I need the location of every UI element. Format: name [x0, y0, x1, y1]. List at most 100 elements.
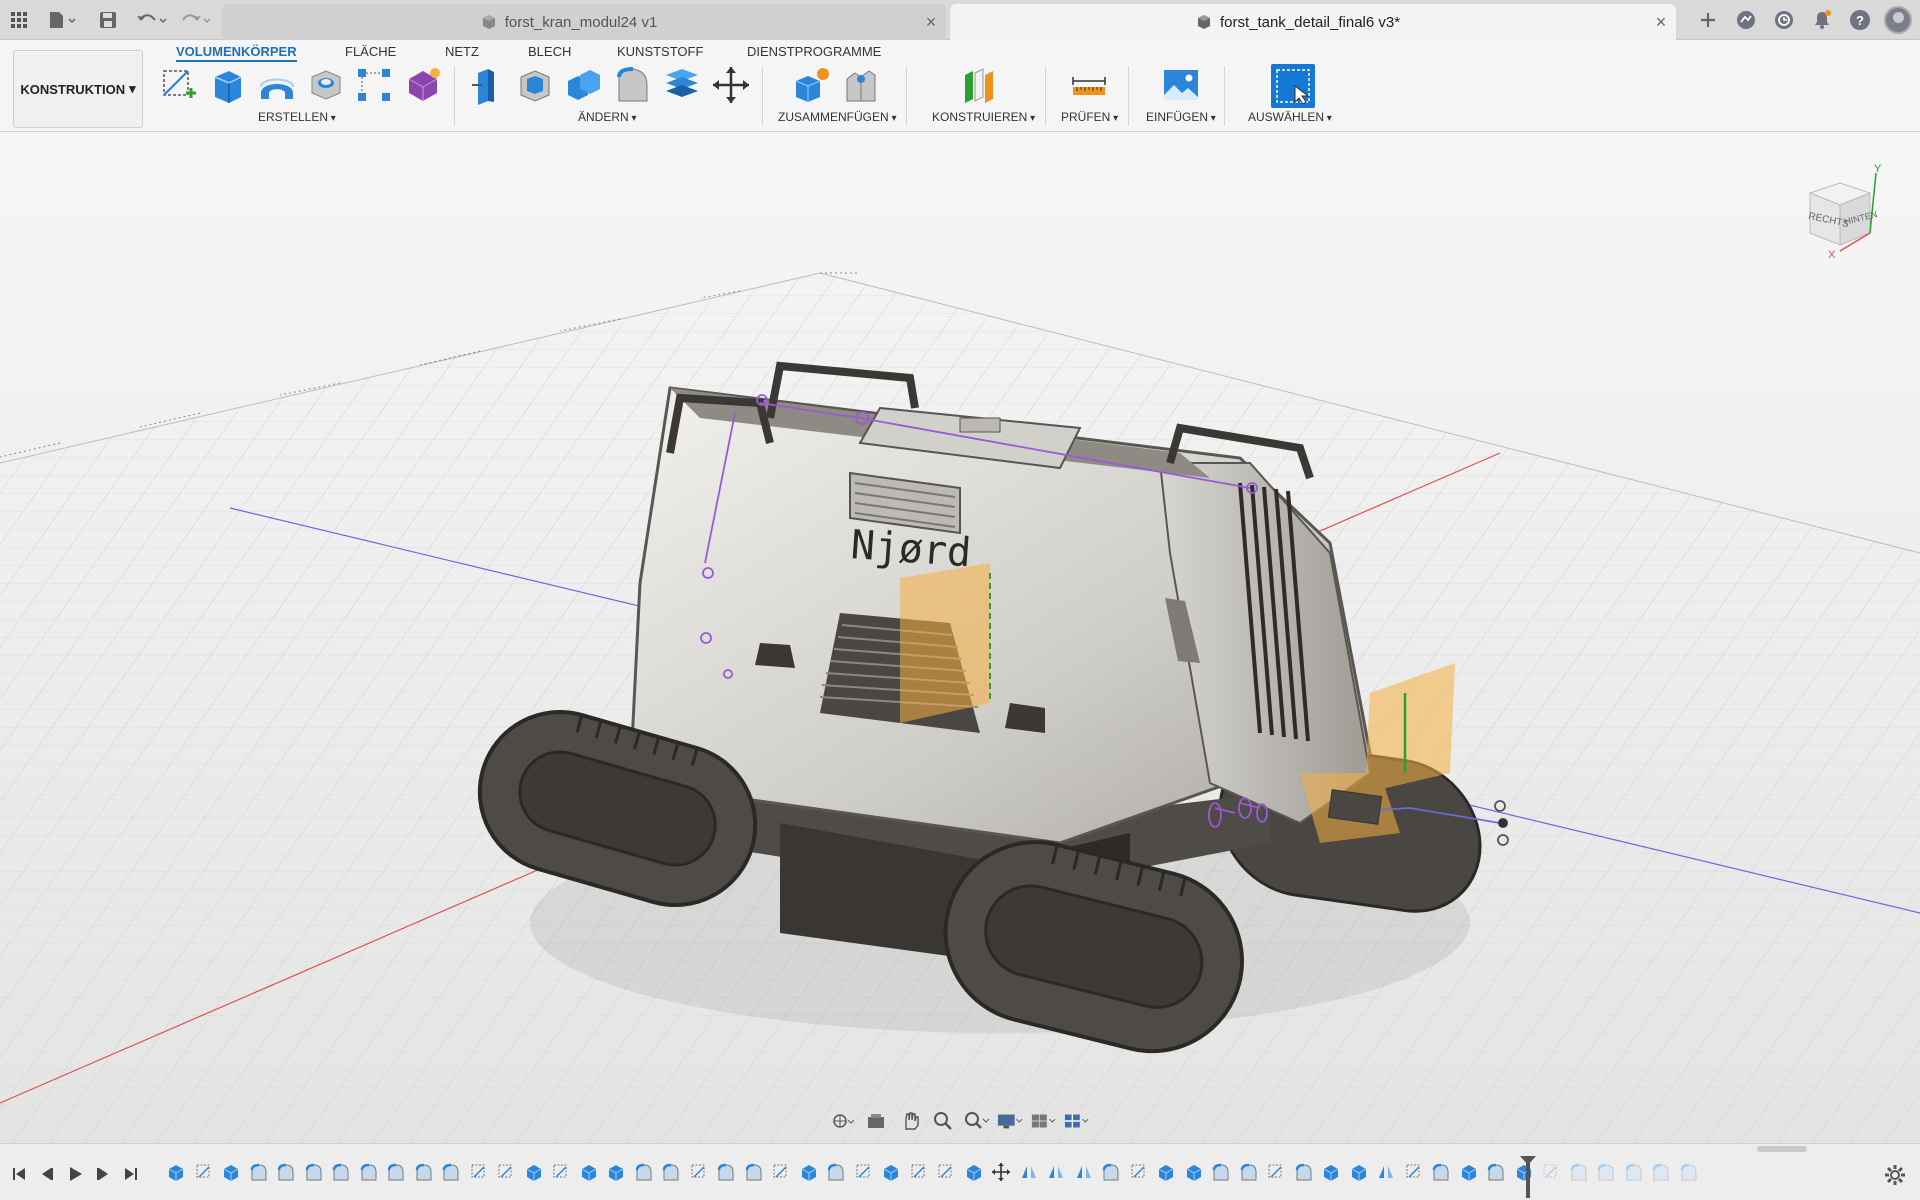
timeline-feature-fillet[interactable] — [659, 1160, 683, 1184]
revolve-button[interactable] — [256, 64, 298, 106]
hole-button[interactable] — [305, 64, 347, 106]
timeline-feature-fillet[interactable] — [824, 1160, 848, 1184]
timeline-feature-fillet[interactable] — [1429, 1160, 1453, 1184]
timeline-feature-fillet[interactable] — [384, 1160, 408, 1184]
timeline-feature-fillet[interactable] — [1209, 1160, 1233, 1184]
timeline-feature-body[interactable] — [522, 1160, 546, 1184]
timeline-feature-fillet[interactable] — [247, 1160, 271, 1184]
timeline-feature-body[interactable] — [164, 1160, 188, 1184]
timeline-feature-fillet[interactable] — [632, 1160, 656, 1184]
timeline-feature-fillet[interactable] — [1292, 1160, 1316, 1184]
timeline-feature-fillet[interactable] — [1594, 1160, 1618, 1184]
timeline-settings-button[interactable] — [1884, 1164, 1908, 1188]
extrude-button[interactable] — [206, 64, 248, 106]
timeline-feature-body[interactable] — [1457, 1160, 1481, 1184]
fit-tool[interactable] — [964, 1109, 990, 1133]
timeline-feature-sketch[interactable] — [1539, 1160, 1563, 1184]
pan-tool[interactable] — [897, 1109, 923, 1133]
display-settings[interactable] — [997, 1109, 1023, 1133]
timeline-feature-body[interactable] — [604, 1160, 628, 1184]
timeline-feature-sketch[interactable] — [934, 1160, 958, 1184]
new-tab-button[interactable] — [1694, 6, 1722, 34]
timeline-feature-sketch[interactable] — [852, 1160, 876, 1184]
timeline-feature-move[interactable] — [989, 1160, 1013, 1184]
timeline-feature-mirror[interactable] — [1044, 1160, 1068, 1184]
timeline-feature-body[interactable] — [1154, 1160, 1178, 1184]
timeline-feature-sketch[interactable] — [1264, 1160, 1288, 1184]
canvas-viewport[interactable]: Njørd RECHTS HINTEN Y X — [0, 133, 1920, 1143]
timeline-marker[interactable] — [1520, 1156, 1536, 1198]
go-to-start-button[interactable] — [8, 1164, 30, 1184]
timeline-feature-mirror[interactable] — [1017, 1160, 1041, 1184]
timeline-feature-fillet[interactable] — [1649, 1160, 1673, 1184]
tab-dienstprogramme[interactable]: DIENSTPROGRAMME — [747, 42, 881, 62]
timeline-feature-fillet[interactable] — [274, 1160, 298, 1184]
create-sketch-button[interactable] — [157, 64, 199, 106]
fillet-button[interactable] — [612, 64, 654, 106]
view-cube[interactable]: RECHTS HINTEN Y X — [1800, 163, 1900, 263]
timeline-feature-sketch[interactable] — [907, 1160, 931, 1184]
group-modify[interactable]: ÄNDERN — [578, 110, 636, 124]
split-body-button[interactable] — [661, 64, 703, 106]
tab-forst-tank[interactable]: forst_tank_detail_final6 v3* × — [950, 4, 1676, 40]
timeline-feature-mirror[interactable] — [1072, 1160, 1096, 1184]
look-at-tool[interactable] — [863, 1109, 889, 1133]
close-tab-icon[interactable]: × — [916, 12, 946, 33]
timeline-feature-fillet[interactable] — [1567, 1160, 1591, 1184]
group-construct[interactable]: KONSTRUIEREN — [932, 110, 1035, 124]
joint-button[interactable] — [840, 64, 882, 106]
orbit-tool[interactable] — [830, 1109, 856, 1133]
redo-button[interactable] — [178, 8, 214, 32]
viewports-settings[interactable] — [1064, 1109, 1090, 1133]
timeline-feature-body[interactable] — [879, 1160, 903, 1184]
timeline-feature-fillet[interactable] — [329, 1160, 353, 1184]
timeline-feature-fillet[interactable] — [439, 1160, 463, 1184]
timeline-feature-body[interactable] — [1182, 1160, 1206, 1184]
new-component-button[interactable] — [791, 64, 833, 106]
close-tab-icon[interactable]: × — [1646, 12, 1676, 33]
timeline-feature-sketch[interactable] — [192, 1160, 216, 1184]
user-account-button[interactable] — [1884, 6, 1912, 34]
timeline-feature-body[interactable] — [219, 1160, 243, 1184]
timeline-feature-fillet[interactable] — [1677, 1160, 1701, 1184]
timeline-feature-list[interactable] — [164, 1160, 1864, 1188]
play-button[interactable] — [64, 1164, 86, 1184]
undo-button[interactable] — [134, 8, 170, 32]
tab-forst-kran[interactable]: forst_kran_modul24 v1 × — [222, 4, 946, 40]
timeline-feature-sketch[interactable] — [687, 1160, 711, 1184]
measure-button[interactable] — [1068, 64, 1110, 106]
group-create[interactable]: ERSTELLEN — [258, 110, 336, 124]
apps-grid-icon[interactable] — [8, 8, 30, 32]
workspace-switcher[interactable]: KONSTRUKTION ▾ — [13, 50, 143, 128]
timeline-feature-fillet[interactable] — [1622, 1160, 1646, 1184]
3d-scene[interactable]: Njørd — [0, 133, 1920, 1143]
timeline-feature-fillet[interactable] — [1099, 1160, 1123, 1184]
save-button[interactable] — [96, 8, 120, 32]
job-status-button[interactable] — [1770, 6, 1798, 34]
insert-canvas-button[interactable] — [1160, 64, 1202, 106]
tab-blech[interactable]: BLECH — [528, 42, 571, 62]
tab-kunststoff[interactable]: KUNSTSTOFF — [617, 42, 703, 62]
timeline-feature-body[interactable] — [1347, 1160, 1371, 1184]
timeline-feature-fillet[interactable] — [1484, 1160, 1508, 1184]
notifications-button[interactable] — [1808, 6, 1836, 34]
move-copy-button[interactable] — [710, 64, 752, 106]
timeline-feature-fillet[interactable] — [742, 1160, 766, 1184]
pattern-button[interactable] — [353, 64, 395, 106]
timeline-feature-mirror[interactable] — [1374, 1160, 1398, 1184]
timeline-feature-fillet[interactable] — [412, 1160, 436, 1184]
online-status-button[interactable] — [1732, 6, 1760, 34]
zoom-tool[interactable] — [930, 1109, 956, 1133]
help-button[interactable]: ? — [1846, 6, 1874, 34]
tab-netz[interactable]: NETZ — [445, 42, 479, 62]
combine-button[interactable] — [563, 64, 605, 106]
group-inspect[interactable]: PRÜFEN — [1061, 110, 1118, 124]
group-select[interactable]: AUSWÄHLEN — [1248, 110, 1332, 124]
step-forward-button[interactable] — [92, 1164, 114, 1184]
timeline-scrollbar[interactable] — [1757, 1146, 1807, 1152]
timeline-feature-fillet[interactable] — [357, 1160, 381, 1184]
timeline-feature-body[interactable] — [962, 1160, 986, 1184]
file-menu-button[interactable] — [44, 8, 80, 32]
timeline-feature-fillet[interactable] — [302, 1160, 326, 1184]
tab-volumenkoerper[interactable]: VOLUMENKÖRPER — [176, 42, 297, 62]
